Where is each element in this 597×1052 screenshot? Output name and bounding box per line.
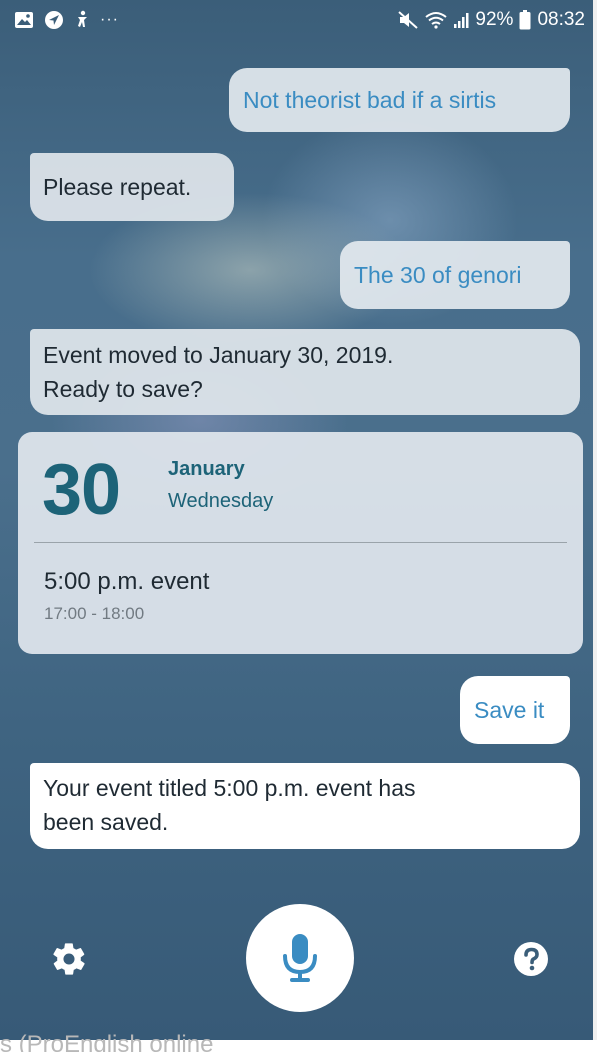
user-message-text: Save it [474, 697, 545, 723]
location-arrow-icon [44, 10, 64, 30]
signal-icon [453, 11, 469, 29]
event-card[interactable]: 30 January Wednesday 5:00 p.m. event 17:… [18, 432, 583, 654]
clock: 08:32 [537, 9, 585, 30]
user-message-text: The 30 of genori [354, 262, 522, 288]
more-notifications-indicator: ··· [100, 11, 119, 28]
user-message: Save it [460, 676, 570, 744]
assistant-message: Event moved to January 30, 2019. Ready t… [30, 329, 580, 415]
settings-button[interactable] [46, 936, 92, 982]
screen-edge [593, 0, 597, 1040]
watermark-text: s (ProEnglish online [0, 1034, 597, 1052]
battery-icon [519, 10, 531, 30]
user-message-text: Not theorist bad if a sirtis [243, 87, 497, 113]
status-bar-left: ··· [14, 10, 119, 30]
assistant-message-line: Event moved to January 30, 2019. [43, 342, 394, 368]
assistant-message-text: Please repeat. [43, 174, 192, 200]
event-day-number: 30 [42, 450, 121, 530]
gear-icon [53, 943, 85, 975]
microphone-icon [283, 934, 317, 982]
gallery-icon [14, 11, 34, 29]
status-bar: ··· 92% 08:32 [0, 0, 597, 44]
help-button[interactable] [508, 936, 554, 982]
assistant-message: Your event titled 5:00 p.m. event has be… [30, 763, 580, 849]
status-bar-right: 92% 08:32 [397, 9, 585, 31]
watermark-label: s (ProEnglish online [0, 1034, 214, 1052]
user-message: Not theorist bad if a sirtis [229, 68, 570, 132]
mute-icon [397, 10, 419, 30]
event-time-range: 17:00 - 18:00 [44, 604, 145, 623]
accessibility-icon [74, 10, 90, 30]
question-mark-icon [514, 942, 548, 976]
microphone-button[interactable] [246, 904, 354, 1012]
assistant-message-line: Your event titled 5:00 p.m. event has [43, 775, 416, 801]
event-month: January [168, 458, 245, 480]
card-divider [34, 542, 567, 543]
battery-percent: 92% [475, 9, 514, 30]
user-message: The 30 of genori [340, 241, 570, 309]
event-weekday: Wednesday [168, 490, 274, 512]
assistant-message-line: Ready to save? [43, 376, 203, 402]
assistant-message-line: been saved. [43, 809, 169, 835]
voice-assistant-screen: ··· 92% 08:32 Not theorist bad if a sirt… [0, 0, 597, 1040]
assistant-message: Please repeat. [30, 153, 234, 221]
wifi-icon [425, 11, 448, 29]
event-title: 5:00 p.m. event [44, 568, 210, 595]
